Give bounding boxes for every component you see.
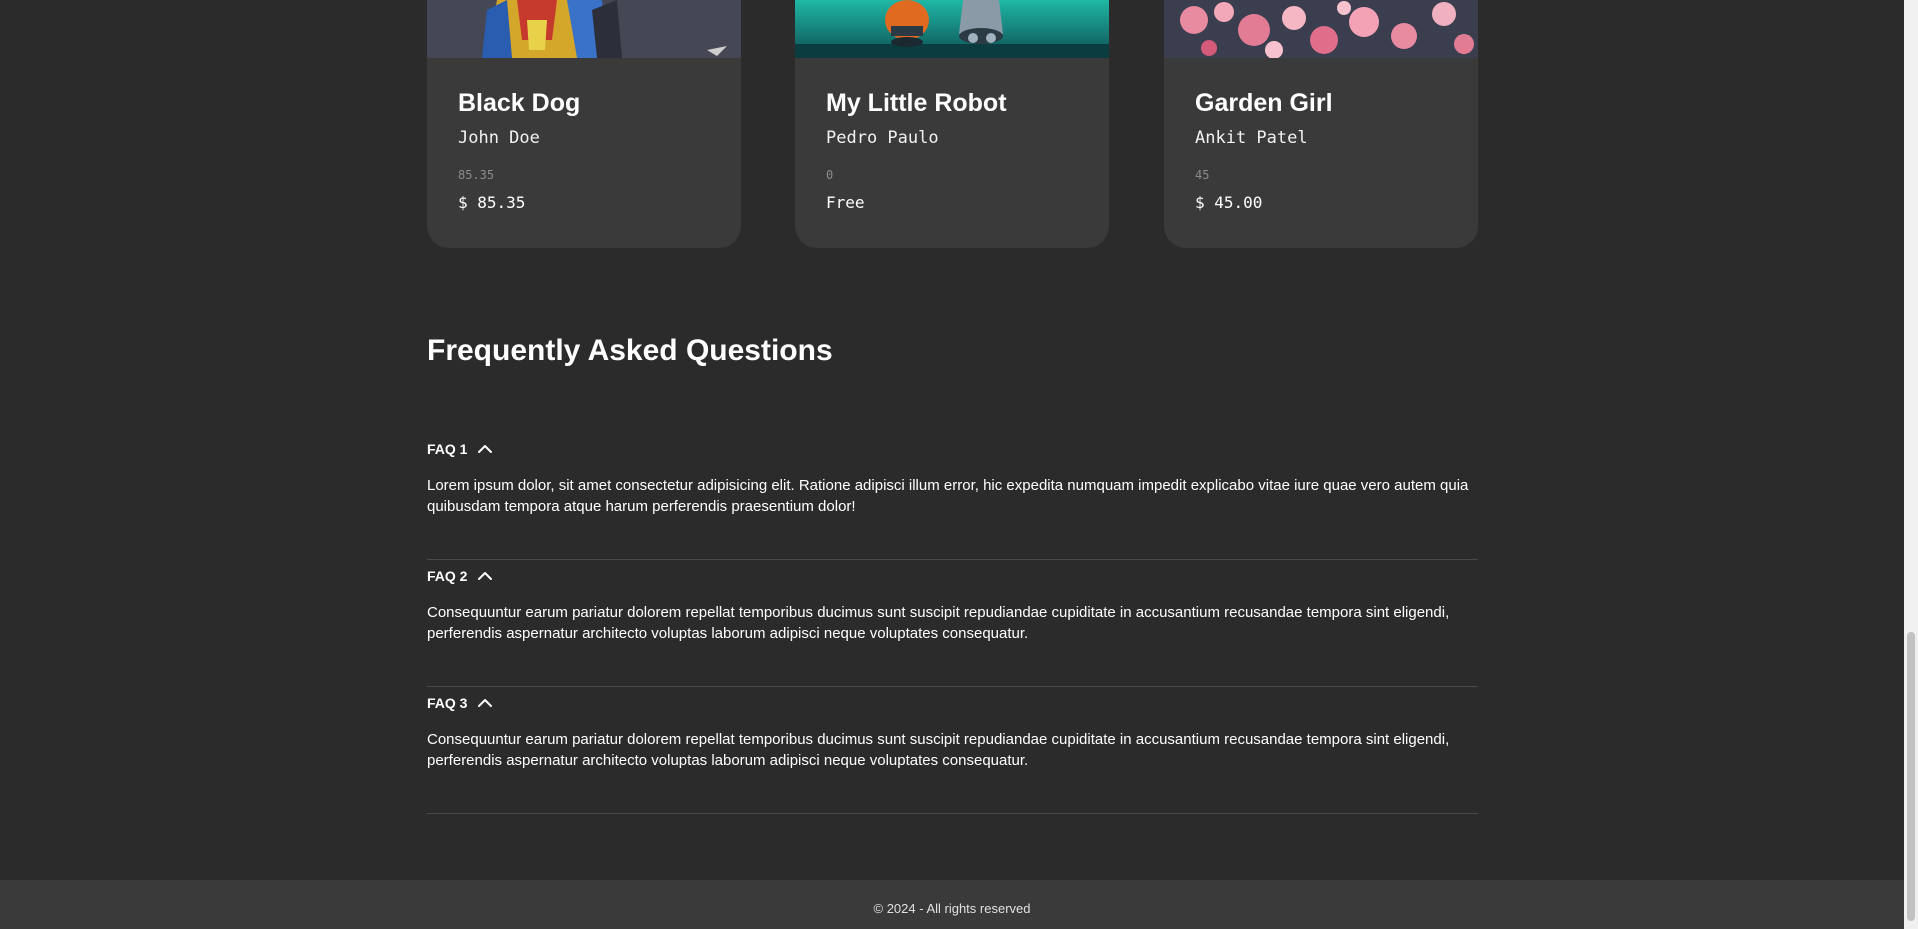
product-raw-price: 0 [826, 168, 834, 182]
faq-item: FAQ 1 Lorem ipsum dolor, sit amet consec… [427, 433, 1478, 560]
cherry-blossom-artwork-svg [1164, 0, 1478, 58]
faq-answer: Lorem ipsum dolor, sit amet consectetur … [427, 477, 1469, 515]
page-footer: © 2024 - All rights reserved [0, 880, 1904, 929]
scrollbar-thumb[interactable] [1907, 632, 1915, 921]
product-artist: John Doe [458, 128, 540, 148]
product-price: $ 45.00 [1195, 193, 1263, 212]
product-title: My Little Robot [826, 89, 1007, 117]
chevron-up-icon [478, 699, 493, 707]
product-card[interactable]: My Little Robot Pedro Paulo 0 Free [795, 0, 1109, 248]
faq-item: FAQ 2 Consequuntur earum pariatur dolore… [427, 560, 1478, 687]
chevron-up-icon [478, 572, 493, 580]
product-cards: Black Dog John Doe 85.35 $ 85.35 My Litt… [427, 0, 1478, 248]
faq-toggle[interactable]: FAQ 1 [427, 437, 493, 461]
faq-item: FAQ 3 Consequuntur earum pariatur dolore… [427, 687, 1478, 814]
product-card[interactable]: Garden Girl Ankit Patel 45 $ 45.00 [1164, 0, 1478, 248]
faq-toggle[interactable]: FAQ 2 [427, 564, 493, 588]
card-body: My Little Robot Pedro Paulo 0 Free [826, 58, 1089, 214]
faq-answer: Consequuntur earum pariatur dolorem repe… [427, 731, 1450, 769]
faq-list: FAQ 1 Lorem ipsum dolor, sit amet consec… [427, 433, 1478, 814]
product-title: Black Dog [458, 89, 581, 117]
page: Black Dog John Doe 85.35 $ 85.35 My Litt… [0, 0, 1904, 929]
faq-heading: Frequently Asked Questions [427, 334, 833, 367]
product-price: Free [826, 193, 865, 212]
dog-artwork-image[interactable] [427, 0, 741, 58]
faq-toggle[interactable]: FAQ 3 [427, 691, 493, 715]
faq-question: FAQ 3 [427, 695, 468, 711]
product-card[interactable]: Black Dog John Doe 85.35 $ 85.35 [427, 0, 741, 248]
product-price: $ 85.35 [458, 193, 526, 212]
faq-question: FAQ 1 [427, 441, 468, 457]
cherry-blossom-artwork-image[interactable] [1164, 0, 1478, 58]
vertical-scrollbar[interactable] [1904, 0, 1918, 929]
product-raw-price: 85.35 [458, 168, 495, 182]
card-body: Black Dog John Doe 85.35 $ 85.35 [458, 58, 721, 214]
faq-answer: Consequuntur earum pariatur dolorem repe… [427, 604, 1450, 642]
faq-question: FAQ 2 [427, 568, 468, 584]
product-artist: Pedro Paulo [826, 128, 939, 148]
copyright-text: © 2024 - All rights reserved [873, 901, 1031, 916]
robot-artwork-svg [795, 0, 1109, 58]
robot-artwork-image[interactable] [795, 0, 1109, 58]
dog-artwork-svg [427, 0, 741, 58]
card-body: Garden Girl Ankit Patel 45 $ 45.00 [1195, 58, 1458, 214]
product-artist: Ankit Patel [1195, 128, 1308, 148]
product-raw-price: 45 [1195, 168, 1210, 182]
chevron-up-icon [478, 445, 493, 453]
product-title: Garden Girl [1195, 89, 1333, 117]
